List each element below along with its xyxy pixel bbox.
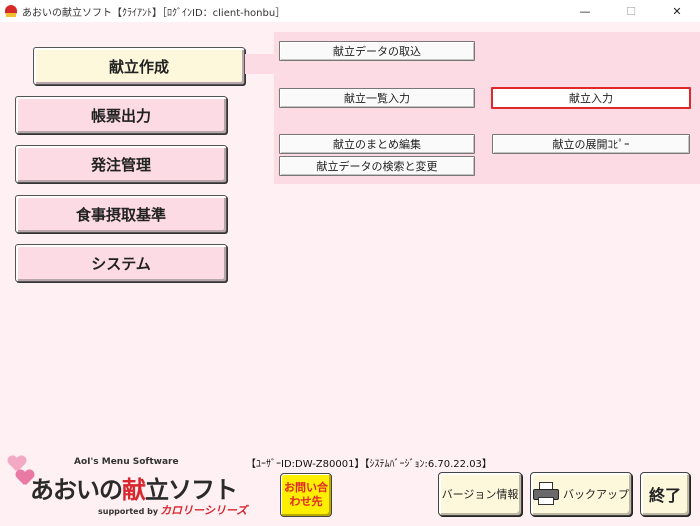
app-icon (4, 4, 18, 18)
backup-button[interactable]: バックアップ (530, 472, 632, 516)
backup-label: バックアップ (563, 488, 629, 501)
close-button[interactable]: ✕ (654, 0, 700, 22)
exit-button[interactable]: 終了 (640, 472, 690, 516)
logo-brand: カロリーシリーズ (160, 504, 248, 517)
submenu-button-import-data[interactable]: 献立データの取込 (279, 41, 475, 61)
menu-button-report-output[interactable]: 帳票出力 (15, 96, 227, 134)
submenu-button-list-input[interactable]: 献立一覧入力 (279, 88, 475, 108)
logo-name: あおいの献立ソフト (30, 470, 238, 505)
submenu-button-batch-edit[interactable]: 献立のまとめ編集 (279, 134, 475, 154)
logo-name-highlight: 献 (122, 476, 146, 504)
menu-button-menu-create[interactable]: 献立作成 (33, 47, 245, 85)
submenu-button-search-and-change[interactable]: 献立データの検索と変更 (279, 156, 475, 176)
submenu-button-expand-copy[interactable]: 献立の展開ｺﾋﾟｰ (492, 134, 690, 154)
logo-tagline: AoI's Menu Software (74, 457, 179, 467)
logo-name-suffix: 立ソフト (145, 476, 238, 504)
menu-button-dietary-standards[interactable]: 食事摂取基準 (15, 195, 227, 233)
menu-connector (245, 54, 275, 74)
window-title: あおいの献立ソフト【ｸﾗｲｱﾝﾄ】［ﾛｸﾞｲﾝID：client-honbu］ (22, 7, 286, 19)
exit-label: 終了 (648, 486, 681, 505)
maximize-button[interactable]: ☐ (608, 0, 654, 22)
menu-button-order-management[interactable]: 発注管理 (15, 145, 227, 183)
app-logo: AoI's Menu Software あおいの献立ソフト supported … (8, 452, 248, 522)
contact-button[interactable]: お問い合わせ先 (280, 473, 332, 517)
version-info-label: バージョン情報 (441, 488, 519, 501)
menu-button-system[interactable]: システム (15, 244, 227, 282)
contact-button-label: お問い合わせ先 (284, 481, 328, 508)
supported-by-text: supported by (98, 507, 159, 516)
logo-name-prefix: あおいの (30, 476, 123, 504)
printer-icon (533, 482, 559, 506)
submenu-button-menu-input[interactable]: 献立入力 (491, 87, 691, 109)
logo-supported-by: supported by カロリーシリーズ (98, 502, 247, 518)
version-info-button[interactable]: バージョン情報 (438, 472, 522, 516)
minimize-button[interactable]: — (562, 0, 608, 22)
user-version-status: 【ﾕｰｻﾞｰID:DW-Z80001】【ｼｽﾃﾑﾊﾞｰｼﾞｮﾝ:6.70.22.… (246, 459, 492, 470)
title-bar: あおいの献立ソフト【ｸﾗｲｱﾝﾄ】［ﾛｸﾞｲﾝID：client-honbu］ … (0, 0, 700, 22)
